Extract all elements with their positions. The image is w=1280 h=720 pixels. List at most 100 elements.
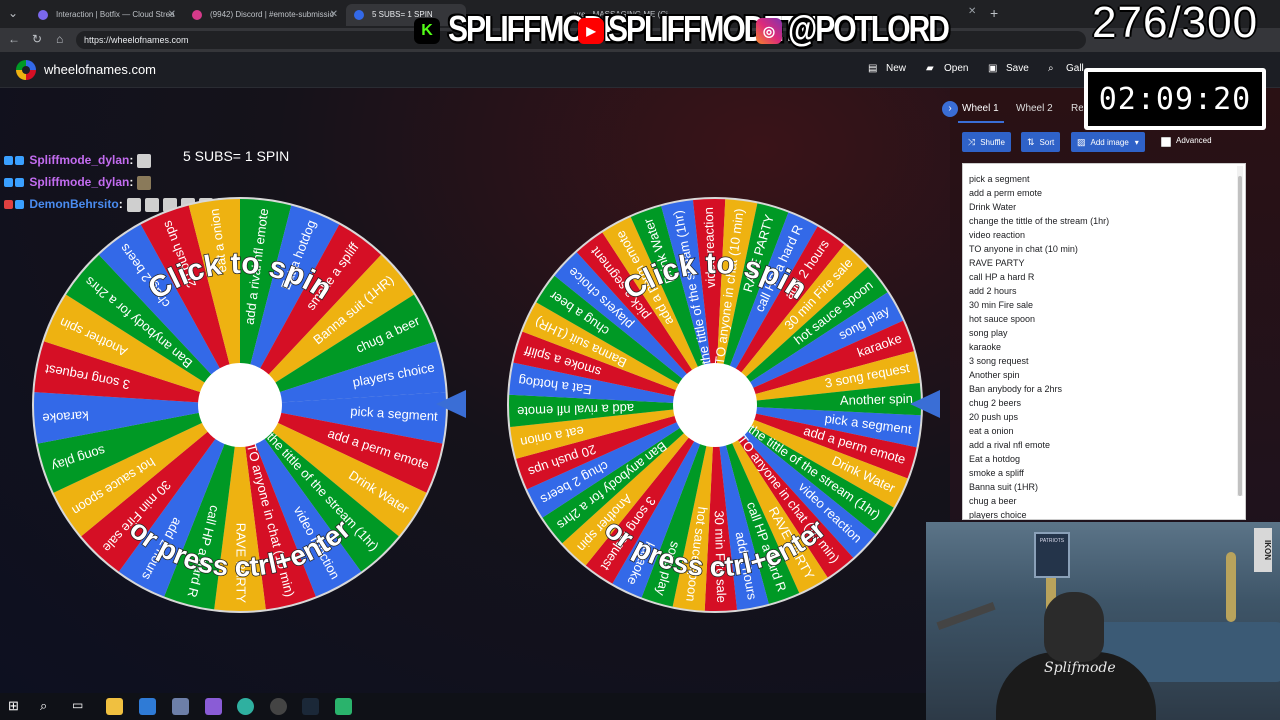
app-icon[interactable]	[205, 698, 222, 715]
tab-favicon	[38, 10, 48, 20]
entry-item[interactable]: karaoke	[969, 340, 1239, 354]
new-label: New	[886, 63, 907, 74]
tab-favicon	[354, 10, 364, 20]
add-image-label: Add image	[1090, 138, 1129, 147]
shirt-logo: Splifmode	[1044, 660, 1116, 676]
file-explorer-icon[interactable]	[106, 698, 123, 715]
active-tab-indicator	[958, 121, 1004, 123]
poster-text: PATRIOTS	[1039, 538, 1065, 544]
shuffle-button[interactable]: ⤨ Shuffle	[962, 132, 1011, 152]
wheel-segment-label: Another spin	[840, 391, 913, 408]
wheel-1-graphic[interactable]: pick a segmentadd a perm emoteDrink Wate…	[30, 195, 450, 615]
tab-label: Interaction | Botfix — Cloud Strea	[56, 10, 175, 19]
entry-item[interactable]: 30 min Fire sale	[969, 298, 1239, 312]
wheel-1[interactable]: pick a segment add a perm emote Drink Wate…	[30, 195, 450, 615]
entry-item[interactable]: 3 song request	[969, 354, 1239, 368]
entry-item[interactable]: add a rival nfl emote	[969, 438, 1239, 452]
outlook-icon[interactable]	[139, 698, 156, 715]
tab-close-icon[interactable]: ✕	[330, 4, 338, 26]
advanced-label: Advanced	[1176, 136, 1212, 145]
entry-item[interactable]: 20 push ups	[969, 410, 1239, 424]
wheel-hub[interactable]	[673, 363, 757, 447]
steam-icon[interactable]	[302, 698, 319, 715]
edge-icon[interactable]	[237, 698, 254, 715]
collapse-panel-icon[interactable]: ›	[942, 101, 958, 117]
sub-goal-counter: 276/300	[1092, 0, 1259, 47]
entry-item[interactable]: call HP a hard R	[969, 270, 1239, 284]
entry-item[interactable]: pick a segment	[969, 172, 1239, 186]
chat-badge-icon	[15, 178, 24, 188]
reload-icon[interactable]: ↻	[32, 32, 42, 46]
tab-label: (9942) Discord | #emote-submissio	[210, 10, 334, 19]
tab-close-icon[interactable]: ✕	[168, 4, 176, 26]
folder-icon: ▰	[926, 63, 934, 74]
chat-badge-icon	[4, 156, 13, 166]
app-icon[interactable]	[335, 698, 352, 715]
instagram-logo-icon: ◎	[756, 18, 782, 44]
entry-item[interactable]: Eat a hotdog	[969, 452, 1239, 466]
wheel-2-pointer-icon	[910, 390, 940, 418]
tab-list-icon[interactable]: ⌄	[8, 6, 18, 20]
entry-item[interactable]: chug a beer	[969, 494, 1239, 508]
entry-item[interactable]: TO anyone in chat (10 min)	[969, 242, 1239, 256]
save-button[interactable]: ▣ Save	[988, 63, 1029, 74]
wheel-2-graphic[interactable]: pick a segmentadd a perm emoteDrink Wate…	[505, 195, 925, 615]
advanced-checkbox[interactable]	[1161, 137, 1171, 147]
back-icon[interactable]: ←	[8, 32, 20, 46]
entry-item[interactable]: chug 2 beers	[969, 396, 1239, 410]
timer-text: 02:09:20	[1088, 72, 1262, 126]
wall-banner: IKON	[1254, 528, 1272, 572]
wall-poster: PATRIOTS	[1034, 532, 1070, 578]
entry-item[interactable]: song play	[969, 326, 1239, 340]
sort-button[interactable]: ⇅ Sort	[1021, 132, 1061, 152]
entry-item[interactable]: add a perm emote	[969, 186, 1239, 200]
tab-wheel-1[interactable]: Wheel 1	[962, 103, 999, 114]
entry-item[interactable]: Drink Water	[969, 200, 1239, 214]
new-button[interactable]: ▤ New	[868, 63, 906, 74]
entry-item[interactable]: eat a onion	[969, 424, 1239, 438]
chat-badge-icon	[4, 200, 13, 210]
store-icon[interactable]	[172, 698, 189, 715]
open-button[interactable]: ▰ Open	[926, 63, 968, 74]
add-image-button[interactable]: ▨ Add image ▾	[1071, 132, 1145, 152]
image-icon: ▨	[1077, 137, 1086, 147]
wheel-logo-icon	[16, 60, 36, 80]
shuffle-icon: ⤨	[968, 137, 976, 147]
site-title[interactable]: wheelofnames.com	[44, 62, 156, 77]
tab-results[interactable]: Results	[1071, 103, 1083, 114]
tab-wheel-2[interactable]: Wheel 2	[1016, 103, 1053, 114]
home-icon[interactable]: ⌂	[56, 32, 63, 46]
chat-badge-icon	[4, 178, 13, 188]
webcam-feed: PATRIOTS IKON Splifmode	[926, 522, 1280, 720]
entry-item[interactable]: players choice	[969, 508, 1239, 519]
search-icon[interactable]: ⌕	[40, 698, 57, 715]
url-text: https://wheelofnames.com	[84, 35, 189, 45]
entries-list: pick a segment add a perm emote Drink Wate…	[963, 164, 1245, 519]
entry-item[interactable]: RAVE PARTY	[969, 256, 1239, 270]
wheel-2[interactable]: pick a segment add a perm emote Drink Wate…	[505, 195, 925, 615]
chat-emote-icon	[137, 153, 152, 168]
entry-item[interactable]: Banna suit (1HR)	[969, 480, 1239, 494]
entry-item[interactable]: add 2 hours	[969, 284, 1239, 298]
tab-close-icon[interactable]: ✕	[968, 6, 976, 17]
entry-item[interactable]: change the tittle of the stream (1hr)	[969, 214, 1239, 228]
entry-item[interactable]: video reaction	[969, 228, 1239, 242]
entry-item[interactable]: smoke a spliff	[969, 466, 1239, 480]
browser-tab-1[interactable]: Interaction | Botfix — Cloud Strea ✕	[30, 4, 180, 26]
chat-username: Spliffmode_dylan	[29, 175, 130, 189]
gallery-button[interactable]: ⌕ Gall	[1048, 63, 1084, 74]
browser-tab-2[interactable]: (9942) Discord | #emote-submissio ✕	[184, 4, 342, 26]
entry-item[interactable]: Another spin	[969, 368, 1239, 382]
entry-item[interactable]: Ban anybody for a 2hrs	[969, 382, 1239, 396]
new-tab-icon[interactable]: +	[990, 5, 998, 21]
entry-item[interactable]: hot sauce spoon	[969, 312, 1239, 326]
task-view-icon[interactable]: ▭	[72, 698, 89, 715]
windows-taskbar: ⊞ ⌕ ▭	[0, 693, 926, 720]
windows-start-icon[interactable]: ⊞	[8, 698, 25, 715]
obs-icon[interactable]	[270, 698, 287, 715]
entries-scrollbar[interactable]	[1237, 166, 1243, 496]
wall-skateboard	[1226, 552, 1236, 622]
wheel-hub[interactable]	[198, 363, 282, 447]
chat-message: Spliffmode_dylan:	[4, 175, 152, 190]
entries-textarea[interactable]: pick a segment add a perm emote Drink Wate…	[962, 163, 1246, 520]
